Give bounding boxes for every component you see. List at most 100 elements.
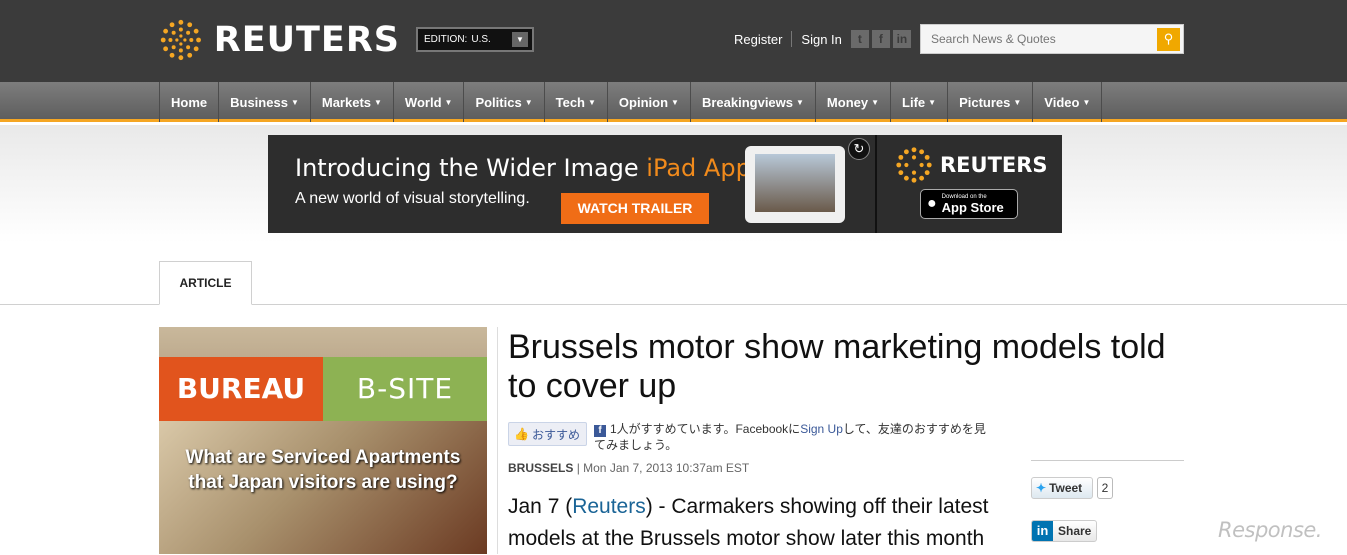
chevron-down-icon: ▼ — [588, 97, 596, 107]
nav-item-label: Home — [171, 94, 208, 110]
nav-item-life[interactable]: Life ▼ — [891, 82, 949, 122]
edition-label: EDITION: — [424, 34, 468, 45]
chevron-down-icon: ▼ — [374, 97, 382, 107]
top-header: REUTERS EDITION: U.S. ▼ Register Sign In… — [0, 0, 1347, 82]
thumbs-up-icon: 👍 — [514, 427, 529, 441]
divider — [791, 31, 793, 47]
nav-item-label: Tech — [555, 94, 585, 110]
main-nav: Home Business ▼ Markets ▼ World ▼ Politics ▼ Tech… — [0, 82, 1347, 122]
app-store-text: Download on the App Store — [942, 194, 1004, 215]
chevron-down-icon: ▼ — [1013, 97, 1022, 107]
nav-item-label: Pictures — [959, 94, 1011, 110]
nav-item-tech[interactable]: Tech ▼ — [545, 82, 608, 122]
chevron-down-icon: ▼ — [512, 32, 528, 47]
nav-item-label: Business — [230, 94, 288, 110]
chevron-down-icon: ▼ — [928, 97, 937, 107]
nav-item-opinion[interactable]: Opinion ▼ — [608, 82, 691, 122]
chevron-down-icon: ▼ — [1082, 97, 1091, 107]
nav-item-label: Opinion — [618, 94, 669, 110]
edition-select[interactable]: EDITION: U.S. ▼ — [416, 27, 534, 52]
reuters-logo[interactable]: REUTERS — [160, 14, 400, 66]
reuters-logo-icon — [160, 19, 201, 61]
banner-divider — [875, 135, 877, 233]
linkedin-icon[interactable]: in — [892, 30, 911, 48]
dateline-location: BRUSSELS — [508, 461, 574, 475]
facebook-social-text: f 1人がすすめています。FacebookにSign Upして、友達のおすすめを見… — [594, 421, 996, 453]
twitter-bird-icon: ✦ — [1036, 481, 1047, 495]
ad-caption-line-2: that Japan visitors are using? — [188, 472, 458, 493]
social-links: t f in — [848, 30, 911, 48]
chevron-down-icon: ▼ — [444, 97, 453, 107]
logo-text: REUTERS — [213, 20, 400, 60]
app-store-big: App Store — [941, 199, 1004, 215]
nav-item-label: Politics — [475, 94, 522, 110]
nav-item-pictures[interactable]: Pictures ▼ — [948, 82, 1034, 122]
ad-caption-line-1: What are Serviced Apartments — [185, 447, 461, 468]
linkedin-share-button[interactable]: in Share — [1031, 520, 1097, 542]
facebook-icon[interactable]: f — [871, 30, 890, 48]
chevron-down-icon: ▼ — [796, 97, 804, 107]
share-rule — [1031, 460, 1184, 461]
banner-headline-text: Introducing the Wider Image — [295, 154, 647, 182]
banner-headline-highlight: iPad App. — [646, 154, 759, 182]
account-links: Register Sign In t f in — [734, 30, 911, 48]
banner-reuters-logo: REUTERS — [896, 147, 1048, 183]
nav-item-label: Markets — [321, 94, 371, 110]
search-icon[interactable]: ⚲ — [1157, 28, 1180, 51]
ad-tag-bureau: BUREAU — [159, 357, 323, 421]
nav-item-world[interactable]: World ▼ — [394, 82, 465, 122]
chevron-down-icon: ▼ — [671, 97, 679, 107]
nav-item-business[interactable]: Business ▼ — [219, 82, 311, 122]
search-input[interactable] — [921, 25, 1153, 53]
apple-icon: ● — [927, 195, 937, 212]
register-link[interactable]: Register — [734, 32, 782, 47]
facebook-icon: f — [594, 425, 606, 437]
article-headline: Brussels motor show marketing models tol… — [508, 328, 1166, 405]
banner-headline: Introducing the Wider Image iPad App. — [295, 154, 758, 182]
chevron-down-icon: ▼ — [871, 97, 880, 107]
column-divider — [497, 327, 498, 554]
nav-item-money[interactable]: Money ▼ — [816, 82, 892, 122]
dateline-time: | Mon Jan 7, 2013 10:37am EST — [576, 461, 750, 475]
reuters-link[interactable]: Reuters — [572, 495, 646, 518]
twitter-icon[interactable]: t — [850, 30, 869, 48]
facebook-like-button[interactable]: 👍 おすすめ — [508, 422, 587, 446]
ipad-app-banner[interactable]: Introducing the Wider Image iPad App. A … — [268, 135, 1062, 233]
tweet-label: Tweet — [1049, 481, 1083, 495]
tab-article[interactable]: ARTICLE — [159, 261, 252, 305]
tweet-button[interactable]: ✦ Tweet — [1031, 477, 1093, 499]
app-store-button[interactable]: ● Download on the App Store — [920, 189, 1018, 219]
ad-caption: What are Serviced Apartments that Japan … — [159, 445, 487, 495]
ipad-screen — [755, 154, 835, 212]
nav-item-video[interactable]: Video ▼ — [1033, 82, 1103, 122]
nav-item-politics[interactable]: Politics ▼ — [464, 82, 545, 122]
response-watermark: Response. — [1218, 518, 1322, 542]
fb-sign-up-link[interactable]: Sign Up — [800, 422, 843, 436]
nav-item-label: Life — [902, 94, 926, 110]
chevron-down-icon: ▼ — [290, 97, 299, 107]
search-box: ⚲ — [920, 24, 1184, 54]
nav-item-breakingviews[interactable]: Breakingviews ▼ — [691, 82, 816, 122]
tweet-count: 2 — [1097, 477, 1113, 499]
nav-item-markets[interactable]: Markets ▼ — [311, 82, 394, 122]
linkedin-share-label: Share — [1058, 524, 1092, 538]
body-prefix: Jan 7 ( — [508, 495, 573, 518]
nav-item-label: Breakingviews — [701, 94, 793, 110]
nav-item-home[interactable]: Home — [160, 82, 220, 122]
article-body: Jan 7 (Reuters) - Carmakers showing off … — [508, 491, 1018, 555]
linkedin-icon: in — [1032, 521, 1053, 541]
nav-item-label: Video — [1044, 94, 1080, 110]
bureau-ad[interactable]: BUREAU B-SITE What are Serviced Apartmen… — [159, 327, 487, 554]
like-label: おすすめ — [531, 427, 580, 442]
sign-in-link[interactable]: Sign In — [801, 32, 841, 47]
ipad-image — [745, 146, 845, 223]
banner-brand: REUTERS — [940, 153, 1048, 177]
chevron-down-icon: ▼ — [524, 97, 533, 107]
banner-subline: A new world of visual storytelling. — [295, 190, 530, 207]
replay-icon[interactable]: ↻ — [848, 138, 870, 160]
fb-text-1: 1人がすすめています。Facebookに — [610, 422, 801, 436]
edition-value: U.S. — [471, 34, 491, 45]
dateline: BRUSSELS | Mon Jan 7, 2013 10:37am EST — [508, 461, 749, 475]
watch-trailer-button[interactable]: WATCH TRAILER — [561, 193, 709, 224]
nav-item-label: Money — [826, 94, 869, 110]
